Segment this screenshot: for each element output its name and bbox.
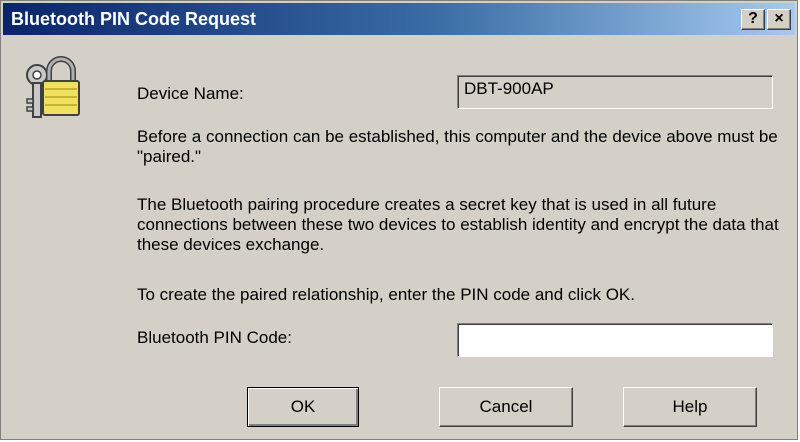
pairing-instruction-text: To create the paired relationship, enter… (137, 285, 635, 304)
pin-request-dialog: Bluetooth PIN Code Request ? × Device Na… (0, 0, 798, 440)
ok-button[interactable]: OK (247, 387, 359, 427)
device-name-label: Device Name: (137, 84, 244, 103)
close-button[interactable]: × (767, 9, 791, 30)
pin-code-label: Bluetooth PIN Code: (137, 328, 292, 347)
pin-code-input[interactable] (457, 323, 773, 357)
title-bar[interactable]: Bluetooth PIN Code Request ? × (3, 3, 795, 35)
pairing-explanation-text: The Bluetooth pairing procedure creates … (137, 195, 779, 254)
window-title: Bluetooth PIN Code Request (11, 9, 257, 29)
padlock-icon (42, 56, 80, 116)
device-name-field: DBT-900AP (457, 75, 773, 109)
cancel-button[interactable]: Cancel (439, 387, 573, 427)
pairing-intro-text: Before a connection can be established, … (137, 127, 778, 166)
help-caption-button[interactable]: ? (741, 9, 765, 30)
lock-keys-icon (26, 56, 80, 118)
help-button[interactable]: Help (623, 387, 757, 427)
